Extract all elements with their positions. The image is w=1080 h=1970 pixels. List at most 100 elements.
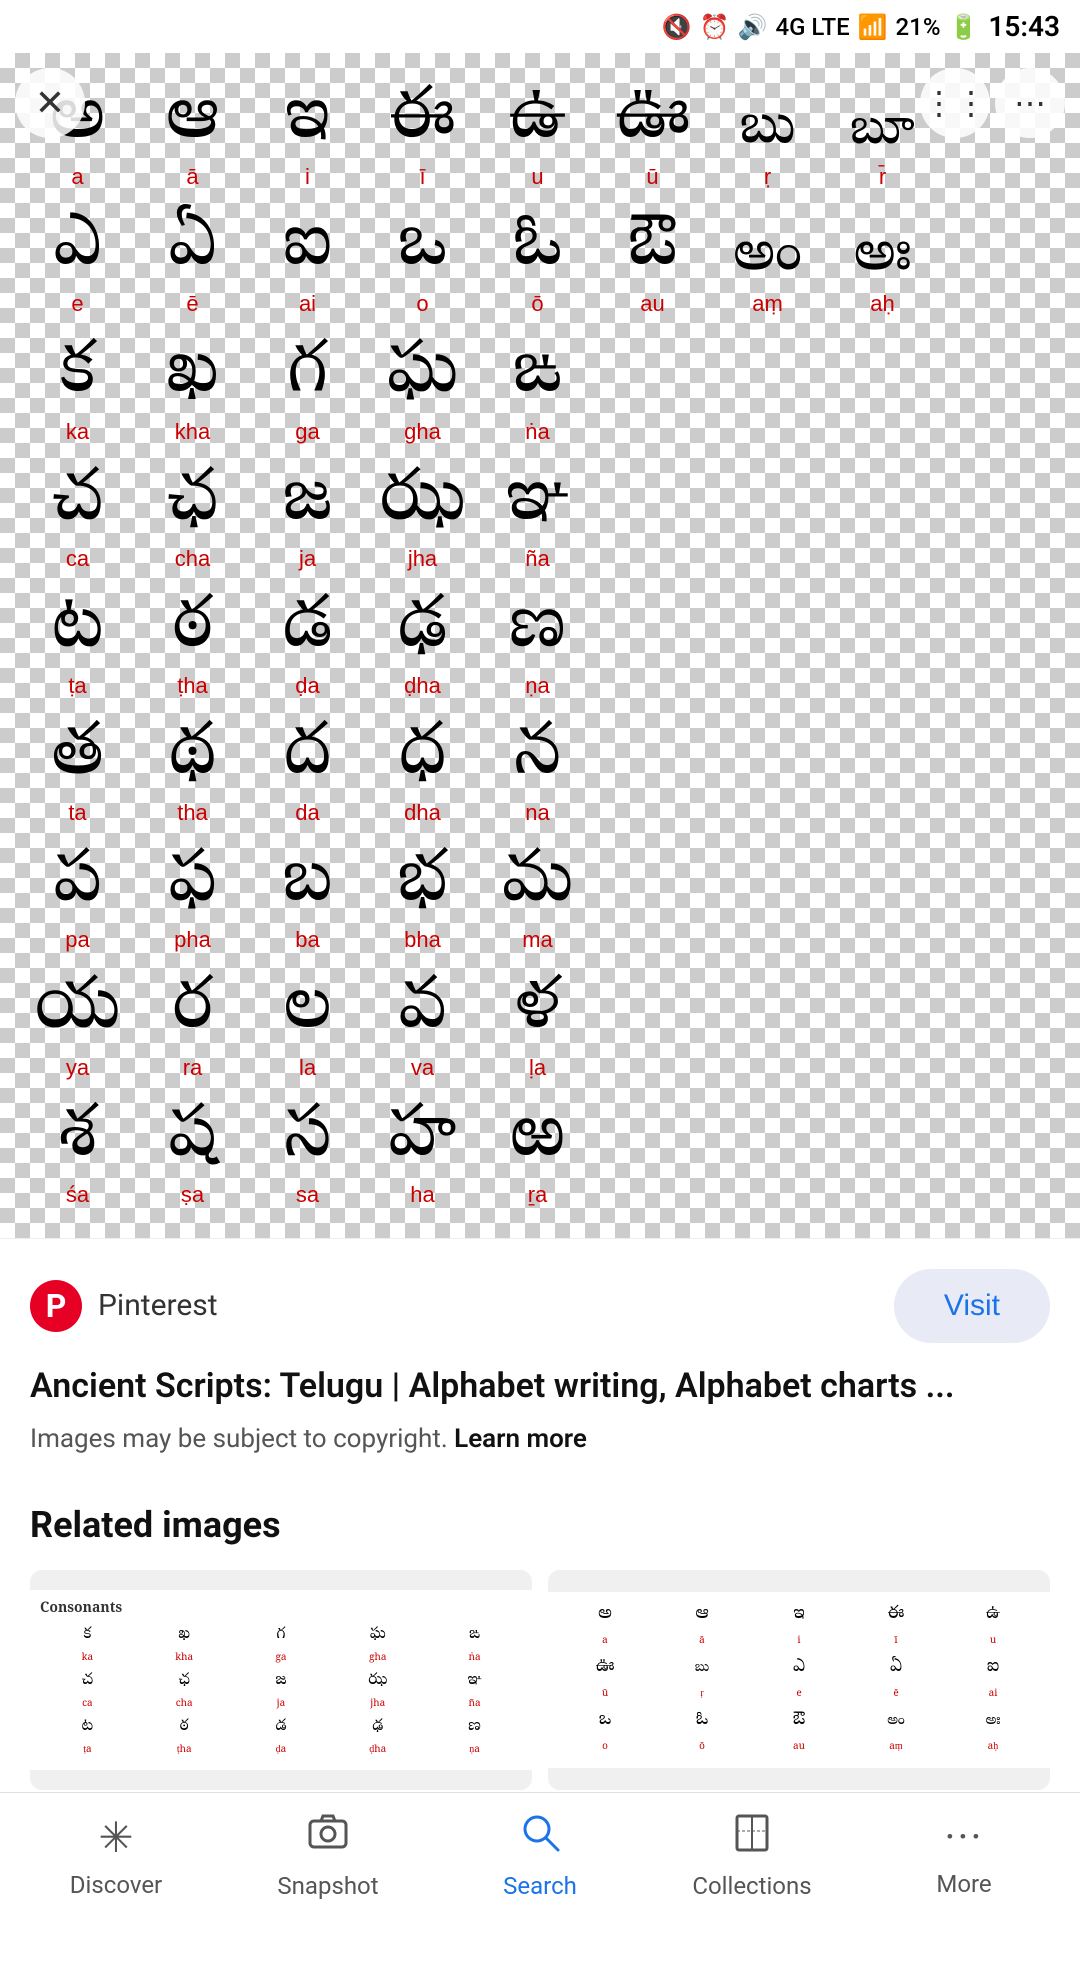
char-ee: ఏ ē bbox=[135, 205, 250, 322]
char-da: దda bbox=[250, 714, 365, 831]
char-pa: పpa bbox=[20, 841, 135, 958]
consonant-row-pa: పpa ఫpha బba భbha మma bbox=[10, 836, 1070, 963]
source-row: P Pinterest Visit bbox=[30, 1269, 1050, 1343]
status-bar: 🔇 ⏰ 🔊 4G LTE 📶 21% 🔋 15:43 bbox=[0, 0, 1080, 53]
collections-label: Collections bbox=[692, 1872, 811, 1900]
consonant-row-sha: శśa షṣa సsa హha ఱṟa bbox=[10, 1091, 1070, 1218]
char-ba: బba bbox=[250, 841, 365, 958]
share-icon: ⋮⋮ bbox=[923, 84, 987, 122]
battery-label: 21% bbox=[896, 13, 941, 41]
consonant-row-ta-dental: తta థtha దda ధdha నna bbox=[10, 709, 1070, 836]
consonant-row-ka: కka ఖkha గga ఘgha ఙṅa bbox=[10, 327, 1070, 454]
search-label: Search bbox=[503, 1872, 577, 1900]
char-ja: జja bbox=[250, 460, 365, 577]
char-ai: ఐ ai bbox=[250, 205, 365, 322]
char-dha: ధdha bbox=[365, 714, 480, 831]
char-sha: శśa bbox=[20, 1096, 135, 1213]
char-ii: ఈ ī bbox=[365, 78, 480, 195]
char-au: ఔ au bbox=[595, 205, 710, 322]
close-button[interactable]: ✕ bbox=[15, 68, 85, 138]
pinterest-logo: P bbox=[30, 1280, 82, 1332]
status-icons: 🔇 ⏰ 🔊 4G LTE 📶 21% 🔋 bbox=[662, 13, 979, 41]
char-aa: ఆ ā bbox=[135, 78, 250, 195]
char-cha: ఛcha bbox=[135, 460, 250, 577]
char-kha: ఖkha bbox=[135, 332, 250, 449]
char-ah: అః aḥ bbox=[825, 224, 940, 323]
close-icon: ✕ bbox=[35, 82, 65, 124]
char-oo: ఓ ō bbox=[480, 205, 595, 322]
char-na: నna bbox=[480, 714, 595, 831]
char-dda: డḍa bbox=[250, 587, 365, 704]
more-label: More bbox=[936, 1870, 991, 1898]
char-ha: హha bbox=[365, 1096, 480, 1213]
related-images-row: Consonants కka ఖkha గga ఘgha ఙṅa చca ఛch… bbox=[30, 1570, 1050, 1790]
char-o: ఒ o bbox=[365, 205, 480, 322]
more-icon: ··· bbox=[945, 1813, 984, 1862]
char-ra: రra bbox=[135, 968, 250, 1085]
char-e: ఎ e bbox=[20, 205, 135, 322]
nav-discover[interactable]: ✳ Discover bbox=[36, 1813, 196, 1899]
image-title: Ancient Scripts: Telugu | Alphabet writi… bbox=[30, 1363, 1050, 1411]
char-pha: ఫpha bbox=[135, 841, 250, 958]
char-ca: చca bbox=[20, 460, 135, 577]
char-lla: ళḷa bbox=[480, 968, 595, 1085]
source-left: P Pinterest bbox=[30, 1280, 218, 1332]
char-va: వva bbox=[365, 968, 480, 1085]
char-tta: టṭa bbox=[20, 587, 135, 704]
signal-icon: 📶 bbox=[858, 13, 888, 41]
discover-icon: ✳ bbox=[98, 1813, 133, 1863]
char-ttha: ఠṭha bbox=[135, 587, 250, 704]
nav-collections[interactable]: Collections bbox=[672, 1811, 832, 1900]
source-name: Pinterest bbox=[98, 1288, 218, 1323]
char-nna: ణṇa bbox=[480, 587, 595, 704]
related-images-title: Related images bbox=[30, 1504, 1050, 1546]
volume-icon: 🔊 bbox=[738, 13, 768, 41]
mute-icon: 🔇 bbox=[662, 13, 692, 41]
consonant-row-ta-retro: టṭa ఠṭha డḍa ఢḍha ణṇa bbox=[10, 582, 1070, 709]
char-uu: ఊ ū bbox=[595, 78, 710, 195]
char-ga: గga bbox=[250, 332, 365, 449]
copyright-text: Images may be subject to copyright. Lear… bbox=[30, 1424, 1050, 1454]
nav-more[interactable]: ··· More bbox=[884, 1813, 1044, 1898]
battery-icon: 🔋 bbox=[948, 13, 978, 41]
network-label: 4G LTE bbox=[775, 13, 849, 41]
char-ka: కka bbox=[20, 332, 135, 449]
info-section: P Pinterest Visit Ancient Scripts: Telug… bbox=[0, 1238, 1080, 1475]
main-image: ✕ ⋮⋮ ⋯ అ a ఆ ā ఇ i ఈ ī bbox=[0, 53, 1080, 1238]
consonant-row-ya: యya రra లla వva ళḷa bbox=[10, 963, 1070, 1090]
char-ssa: షṣa bbox=[135, 1096, 250, 1213]
char-nya: ఞña bbox=[480, 460, 595, 577]
collections-icon bbox=[731, 1811, 773, 1864]
char-jha: ఝjha bbox=[365, 460, 480, 577]
char-ma: మma bbox=[480, 841, 595, 958]
search-icon bbox=[519, 1811, 561, 1864]
alarm-icon: ⏰ bbox=[700, 13, 730, 41]
copyright-label: Images may be subject to copyright. bbox=[30, 1424, 448, 1454]
snapshot-icon bbox=[307, 1811, 349, 1864]
discover-label: Discover bbox=[70, 1871, 162, 1899]
snapshot-label: Snapshot bbox=[277, 1872, 378, 1900]
char-ru: బు ṛ bbox=[710, 97, 825, 196]
status-time: 15:43 bbox=[988, 10, 1060, 43]
learn-more-link[interactable]: Learn more bbox=[454, 1424, 587, 1454]
related-image-1[interactable]: Consonants కka ఖkha గga ఘgha ఙṅa చca ఛch… bbox=[30, 1570, 532, 1790]
visit-button[interactable]: Visit bbox=[894, 1269, 1050, 1343]
vowels-row-1: అ a ఆ ā ఇ i ఈ ī ఉ u ఊ ū bbox=[10, 73, 1070, 200]
char-ta: తta bbox=[20, 714, 135, 831]
nav-search[interactable]: Search bbox=[460, 1811, 620, 1900]
related-images-section: Related images Consonants కka ఖkha గga ఘ… bbox=[0, 1474, 1080, 1810]
char-la: లla bbox=[250, 968, 365, 1085]
char-gha: ఘgha bbox=[365, 332, 480, 449]
char-am: అం aṃ bbox=[710, 224, 825, 323]
char-tha: థtha bbox=[135, 714, 250, 831]
bottom-nav: ✳ Discover Snapshot Search bbox=[0, 1792, 1080, 1920]
more-options-button[interactable]: ⋯ bbox=[995, 68, 1065, 138]
nav-snapshot[interactable]: Snapshot bbox=[248, 1811, 408, 1900]
char-i: ఇ i bbox=[250, 78, 365, 195]
char-ya: యya bbox=[20, 968, 135, 1085]
consonant-row-ca: చca ఛcha జja ఝjha ఞña bbox=[10, 455, 1070, 582]
char-ddha: ఢḍha bbox=[365, 587, 480, 704]
share-button[interactable]: ⋮⋮ bbox=[920, 68, 990, 138]
related-image-2[interactable]: అa ఆā ఇi ఈī ఉu ఊū బుṛ ఎe ఏē ఐai ఒo ఓō ఔa… bbox=[548, 1570, 1050, 1790]
telugu-alphabet-grid: అ a ఆ ā ఇ i ఈ ī ఉ u ఊ ū bbox=[0, 53, 1080, 1238]
